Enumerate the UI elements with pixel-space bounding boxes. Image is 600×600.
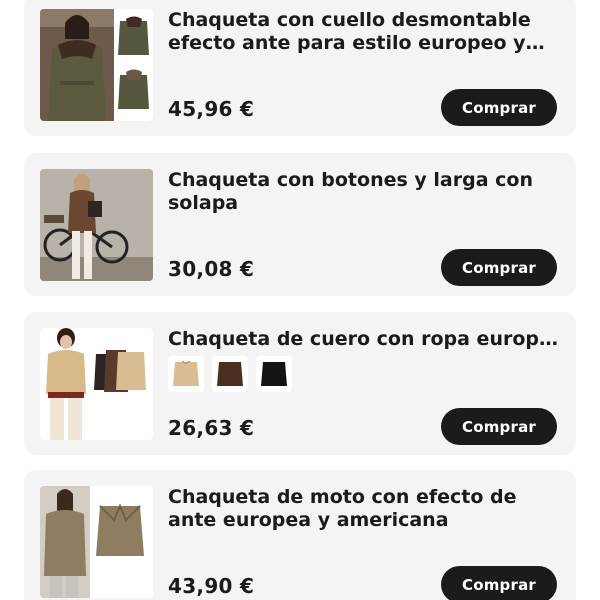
product-title[interactable]: Chaqueta de moto con efecto de ante euro…	[168, 486, 560, 532]
color-swatches	[168, 356, 292, 392]
buy-button[interactable]: Comprar	[441, 89, 557, 126]
product-card[interactable]: Chaqueta con botones y larga con solapa …	[24, 153, 576, 296]
swatch-black[interactable]	[256, 356, 292, 392]
product-title[interactable]: Chaqueta de cuero con ropa europe...	[168, 328, 560, 351]
product-image[interactable]	[40, 328, 153, 440]
product-title[interactable]: Chaqueta con botones y larga con solapa	[168, 169, 560, 215]
buy-button[interactable]: Comprar	[441, 408, 557, 445]
buy-button[interactable]: Comprar	[441, 566, 557, 600]
swatch-dark-brown[interactable]	[212, 356, 248, 392]
product-image[interactable]	[40, 486, 153, 598]
product-card[interactable]: Chaqueta de cuero con ropa europe... 26,…	[24, 312, 576, 455]
product-image[interactable]	[40, 169, 153, 281]
swatch-beige[interactable]	[168, 356, 204, 392]
product-title[interactable]: Chaqueta con cuello desmontable efecto a…	[168, 9, 560, 55]
product-image[interactable]	[40, 9, 153, 121]
product-card[interactable]: Chaqueta de moto con efecto de ante euro…	[24, 470, 576, 600]
product-list: Chaqueta con cuello desmontable efecto a…	[0, 0, 600, 600]
product-price: 45,96 €	[168, 97, 255, 121]
product-price: 26,63 €	[168, 416, 255, 440]
product-price: 30,08 €	[168, 257, 255, 281]
product-card[interactable]: Chaqueta con cuello desmontable efecto a…	[24, 0, 576, 136]
buy-button[interactable]: Comprar	[441, 249, 557, 286]
product-price: 43,90 €	[168, 574, 255, 598]
